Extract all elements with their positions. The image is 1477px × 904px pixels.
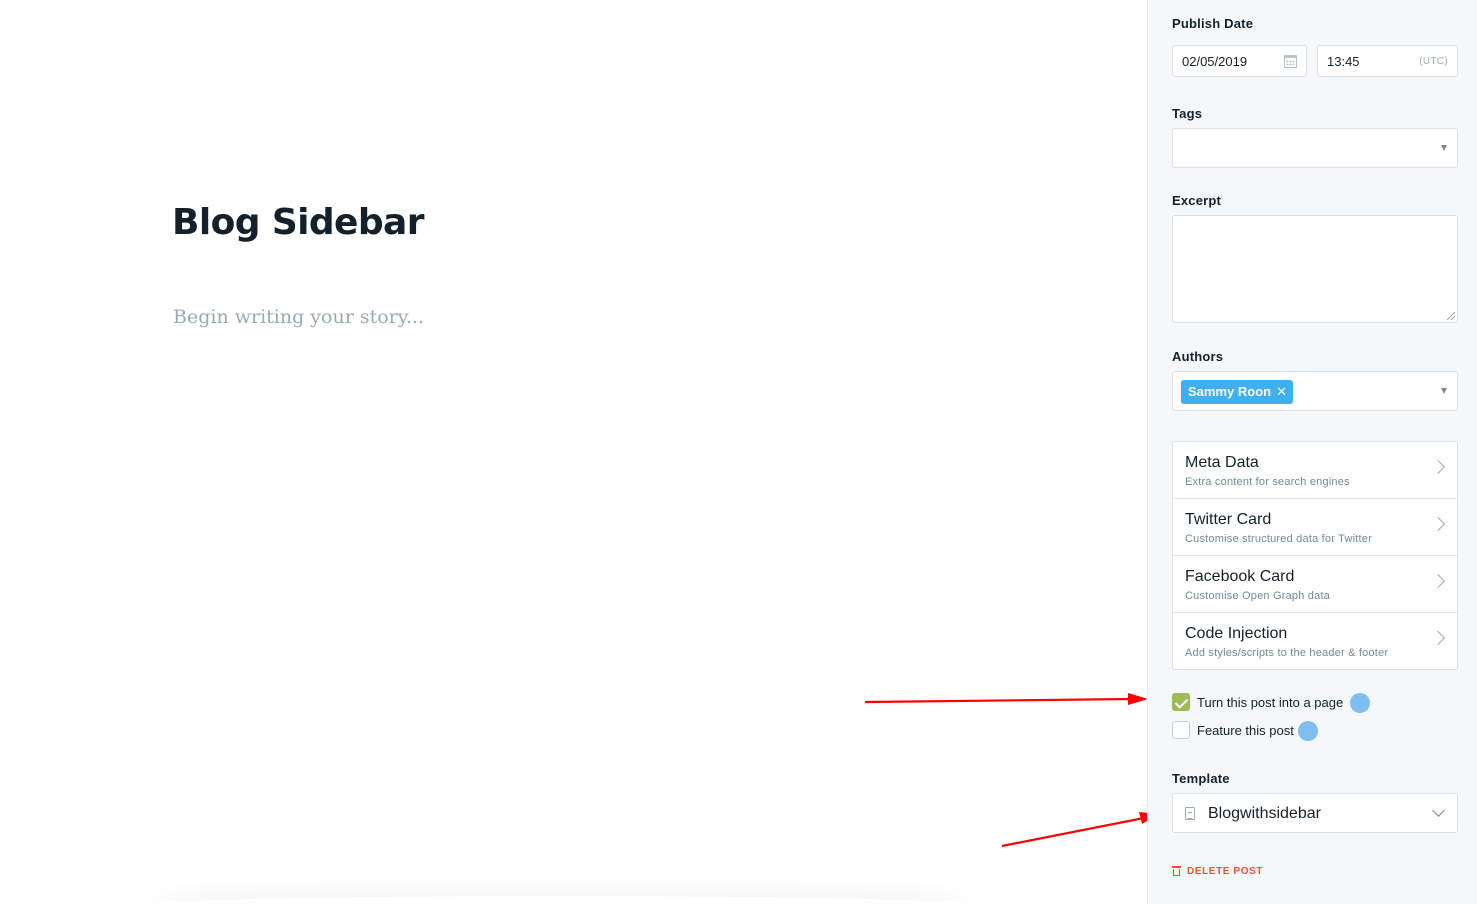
author-chip[interactable]: Sammy Roon ✕	[1181, 380, 1293, 404]
chevron-right-icon	[1430, 573, 1446, 589]
authors-select[interactable]: Sammy Roon ✕	[1172, 371, 1458, 411]
template-select[interactable]: Blogwithsidebar	[1172, 793, 1458, 833]
close-icon[interactable]: ✕	[1276, 380, 1287, 404]
nav-item-title: Twitter Card	[1185, 511, 1272, 528]
nav-item-description: Add styles/scripts to the header & foote…	[1185, 647, 1389, 659]
click-indicator	[1298, 721, 1318, 741]
publish-time-input[interactable]: 13:45 (UTC)	[1317, 45, 1458, 77]
chevron-right-icon	[1430, 630, 1446, 646]
timezone-label: (UTC)	[1419, 56, 1448, 67]
post-editor: Blog Sidebar Begin writing your story...	[0, 0, 1147, 904]
trash-icon	[1172, 866, 1181, 877]
caret-down-icon	[1441, 388, 1447, 394]
chevron-down-icon	[1432, 804, 1445, 817]
nav-item-code-injection[interactable]: Code Injection Add styles/scripts to the…	[1173, 613, 1457, 670]
resize-grip-icon[interactable]	[1447, 312, 1455, 320]
excerpt-textarea[interactable]	[1172, 215, 1458, 323]
excerpt-label: Excerpt	[1172, 193, 1222, 208]
document-icon	[1185, 807, 1195, 820]
nav-item-title: Meta Data	[1185, 454, 1259, 471]
publish-date-label: Publish Date	[1172, 16, 1254, 31]
nav-item-description: Customise Open Graph data	[1185, 590, 1331, 602]
tags-label: Tags	[1172, 106, 1203, 121]
page-toggle-checkbox[interactable]	[1172, 693, 1190, 711]
template-value: Blogwithsidebar	[1208, 805, 1321, 822]
click-indicator	[1350, 693, 1370, 713]
nav-item-meta-data[interactable]: Meta Data Extra content for search engin…	[1173, 442, 1457, 499]
authors-label: Authors	[1172, 349, 1224, 364]
feature-toggle-checkbox[interactable]	[1172, 721, 1190, 739]
caret-down-icon	[1441, 145, 1447, 151]
page-toggle-label[interactable]: Turn this post into a page	[1197, 695, 1343, 710]
chevron-right-icon	[1430, 516, 1446, 532]
nav-item-description: Customise structured data for Twitter	[1185, 533, 1372, 545]
publish-time-value: 13:45	[1327, 54, 1360, 69]
calendar-icon[interactable]	[1284, 55, 1297, 68]
nav-item-facebook-card[interactable]: Facebook Card Customise Open Graph data	[1173, 556, 1457, 613]
author-chip-name: Sammy Roon	[1188, 384, 1272, 399]
post-body-editor[interactable]: Begin writing your story...	[173, 306, 424, 328]
feature-toggle-label[interactable]: Feature this post	[1197, 723, 1294, 738]
chevron-right-icon	[1430, 459, 1446, 475]
publish-date-input[interactable]: 02/05/2019	[1172, 45, 1307, 77]
template-label: Template	[1172, 771, 1230, 786]
delete-post-label: DELETE POST	[1187, 866, 1264, 877]
nav-item-description: Extra content for search engines	[1185, 476, 1350, 488]
publish-date-value: 02/05/2019	[1182, 54, 1248, 69]
tags-select[interactable]	[1172, 128, 1458, 168]
nav-item-twitter-card[interactable]: Twitter Card Customise structured data f…	[1173, 499, 1457, 556]
nav-item-title: Code Injection	[1185, 625, 1288, 642]
editor-footer-shadow	[150, 896, 970, 904]
post-settings-sidebar: Publish Date 02/05/2019 13:45 (UTC) Tags…	[1147, 0, 1477, 904]
nav-item-title: Facebook Card	[1185, 568, 1295, 585]
settings-nav-list: Meta Data Extra content for search engin…	[1172, 441, 1458, 670]
post-title[interactable]: Blog Sidebar	[172, 202, 424, 243]
